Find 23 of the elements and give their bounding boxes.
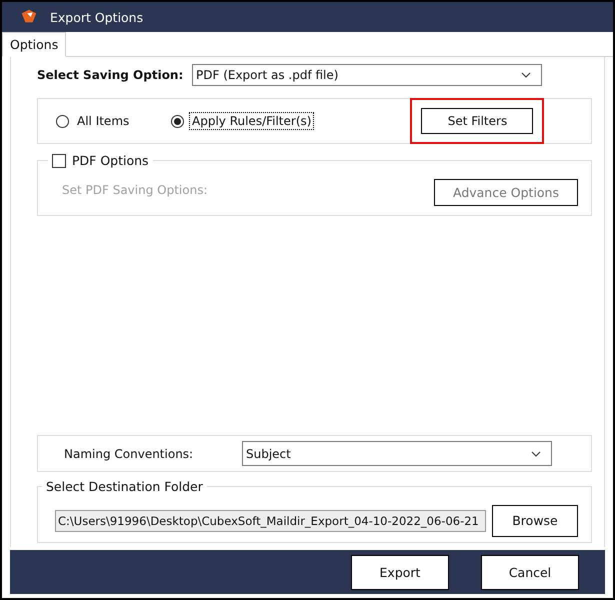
footer-button[interactable]: Export bbox=[351, 554, 449, 590]
saving-option-dropdown[interactable]: PDF (Export as .pdf file) bbox=[192, 64, 542, 86]
field-label: Naming Conventions: bbox=[64, 446, 194, 460]
radio-label: All Items bbox=[76, 113, 130, 130]
tab[interactable]: Options bbox=[2, 32, 66, 57]
radio-button[interactable] bbox=[56, 114, 69, 128]
naming-dropdown[interactable]: Subject bbox=[242, 441, 552, 466]
window-title: Export Options bbox=[50, 10, 144, 24]
checkbox-label: PDF Options bbox=[72, 153, 149, 168]
pdf-options-hint: Set PDF Saving Options: bbox=[62, 183, 208, 197]
field-label: Select Saving Option: bbox=[37, 68, 184, 82]
pdf-options-checkbox-row[interactable]: PDF Options bbox=[48, 153, 153, 168]
checkbox[interactable] bbox=[52, 154, 66, 168]
chevron-down-icon bbox=[521, 72, 531, 78]
chevron-down-icon bbox=[531, 450, 541, 456]
radio-option[interactable]: All Items bbox=[56, 112, 171, 130]
group-legend: Select Destination Folder bbox=[42, 479, 207, 494]
radio-button[interactable] bbox=[171, 114, 184, 128]
path-field[interactable]: C:\Users\91996\Desktop\CubexSoft_Maildir_Export_04-10-2022_06-06-21 bbox=[55, 510, 486, 532]
browse-button[interactable]: Browse bbox=[492, 504, 578, 536]
footer-button[interactable]: Cancel bbox=[481, 554, 579, 590]
set-filters-button[interactable]: Set Filters bbox=[421, 108, 534, 134]
advance-options-button[interactable]: Advance Options bbox=[434, 179, 578, 206]
